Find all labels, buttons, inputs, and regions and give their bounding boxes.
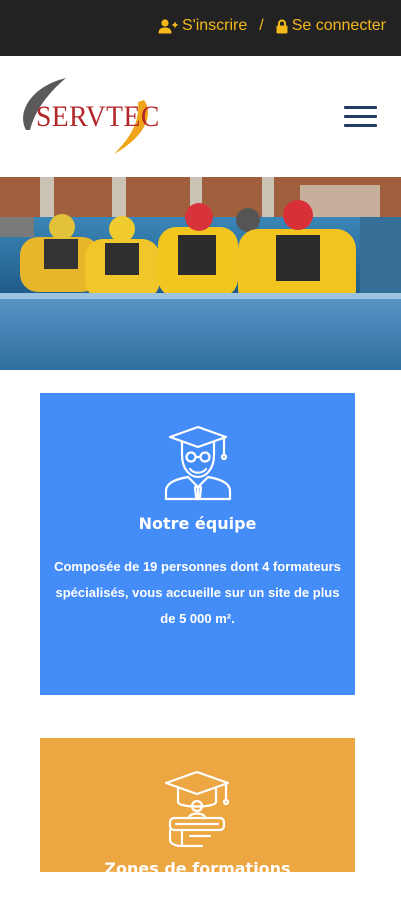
user-plus-icon bbox=[158, 18, 178, 34]
links-separator: / bbox=[259, 17, 264, 34]
account-links: S'inscrire / Se connecter bbox=[158, 17, 386, 35]
graduation-diploma-icon bbox=[162, 768, 232, 848]
site-header: SERVTEC bbox=[0, 56, 401, 177]
servtec-logo[interactable]: SERVTEC bbox=[14, 72, 159, 162]
login-label: Se connecter bbox=[291, 17, 386, 34]
training-zones-card: Zones de formations bbox=[40, 738, 355, 872]
login-link[interactable]: Se connecter bbox=[276, 17, 386, 35]
training-zones-card-title: Zones de formations bbox=[104, 859, 291, 872]
top-bar: S'inscrire / Se connecter bbox=[0, 0, 401, 56]
hamburger-icon[interactable] bbox=[344, 106, 377, 128]
lock-icon bbox=[276, 19, 288, 34]
team-card-text: Composée de 19 personnes dont 4 formateu… bbox=[54, 559, 341, 626]
team-card-title: Notre équipe bbox=[138, 514, 257, 533]
team-card: Notre équipe Composée de 19 personnes do… bbox=[40, 393, 355, 695]
logo-text: SERVTEC bbox=[36, 100, 160, 133]
hero-photo bbox=[0, 177, 401, 370]
register-label: S'inscrire bbox=[181, 17, 248, 34]
graduate-teacher-icon bbox=[164, 425, 232, 501]
register-link[interactable]: S'inscrire bbox=[158, 17, 247, 35]
